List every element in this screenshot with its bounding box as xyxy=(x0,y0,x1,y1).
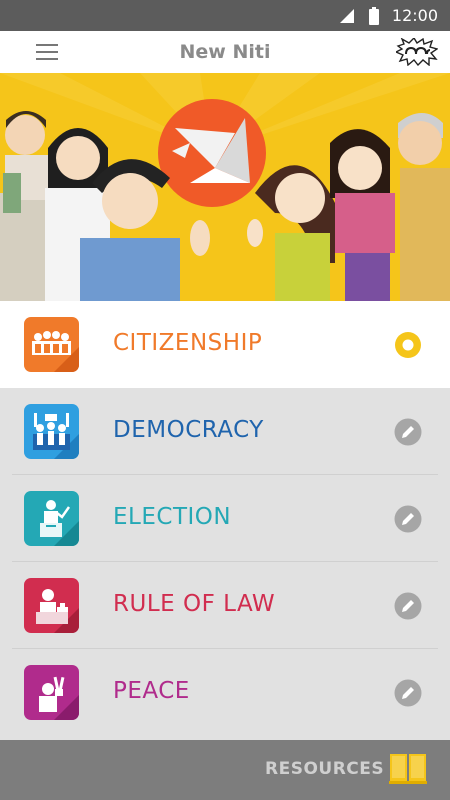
resources-bar[interactable]: RESOURCES xyxy=(0,740,450,800)
signal-icon xyxy=(339,8,354,23)
topic-list: CITIZENSHIP DEMOCRACY ELECTION RULE OF L… xyxy=(0,301,450,736)
status-bar: 12:00 xyxy=(0,0,450,31)
topic-label: CITIZENSHIP xyxy=(113,330,263,356)
clock: 12:00 xyxy=(391,6,438,25)
resources-label[interactable]: RESOURCES xyxy=(265,759,384,779)
edit-icon[interactable] xyxy=(394,505,422,533)
group-icon xyxy=(24,317,79,372)
peace-sign-icon xyxy=(24,665,79,720)
topic-label: PEACE xyxy=(113,678,190,704)
topic-row-democracy[interactable]: DEMOCRACY xyxy=(0,388,450,475)
rally-icon xyxy=(24,404,79,459)
app-bar: New Niti xyxy=(0,31,450,73)
topic-row-citizenship[interactable]: CITIZENSHIP xyxy=(0,301,450,388)
dove-icon xyxy=(158,99,266,207)
topic-label: ELECTION xyxy=(113,504,232,530)
topic-row-peace[interactable]: PEACE xyxy=(0,649,450,736)
app-logo-icon[interactable] xyxy=(396,38,438,66)
topic-row-rule-of-law[interactable]: RULE OF LAW xyxy=(0,562,450,649)
app-title: New Niti xyxy=(179,41,271,63)
edit-icon[interactable] xyxy=(394,418,422,446)
judge-icon xyxy=(24,578,79,633)
edit-icon[interactable] xyxy=(394,679,422,707)
banner-illustration xyxy=(0,73,450,301)
book-icon[interactable] xyxy=(389,752,427,784)
app-screen: 12:00 New Niti CITIZENSHIP DEMOCRACY ELE… xyxy=(0,0,450,800)
topic-label: DEMOCRACY xyxy=(113,417,264,443)
banner-art xyxy=(0,73,450,301)
in-progress-icon xyxy=(395,332,421,358)
edit-icon[interactable] xyxy=(394,592,422,620)
topic-label: RULE OF LAW xyxy=(113,591,276,617)
battery-icon xyxy=(368,6,379,25)
topic-row-election[interactable]: ELECTION xyxy=(0,475,450,562)
ballot-icon xyxy=(24,491,79,546)
